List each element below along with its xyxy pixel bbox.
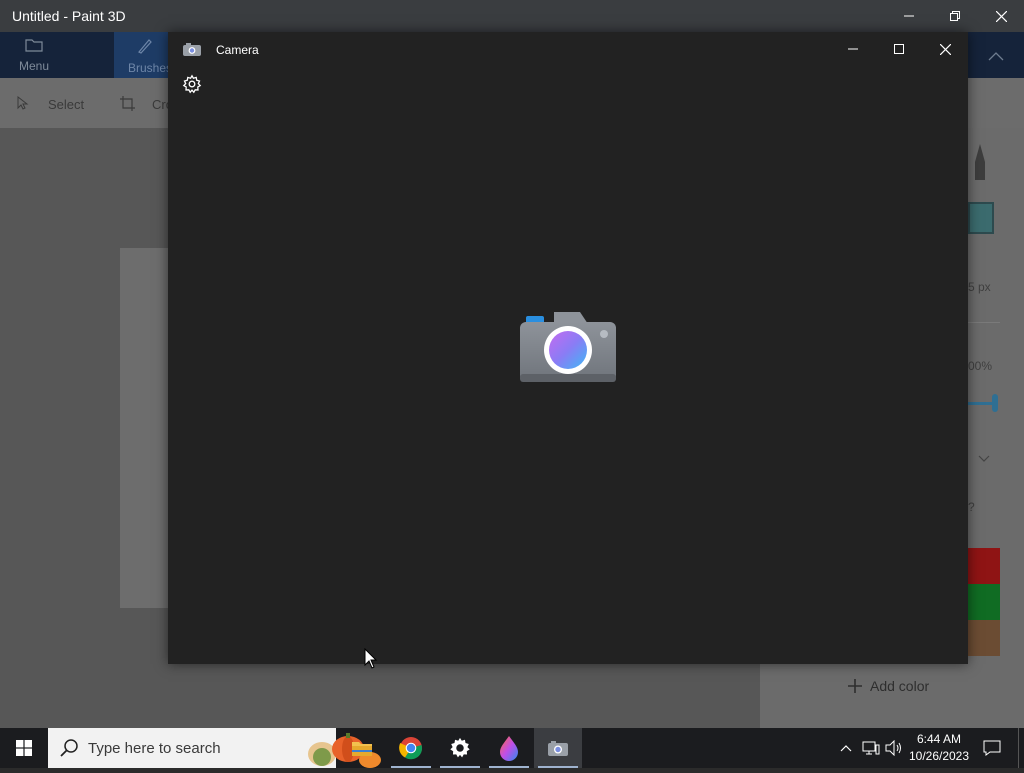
camera-window-title: Camera bbox=[216, 43, 259, 57]
plus-icon bbox=[848, 679, 862, 693]
color-swatch-red[interactable] bbox=[968, 548, 1000, 584]
ribbon-menu-label: Menu bbox=[18, 59, 50, 73]
gear-icon bbox=[182, 74, 202, 94]
taskbar-camera[interactable] bbox=[534, 728, 582, 768]
show-hidden-icons-button[interactable] bbox=[836, 728, 856, 768]
paint3d-canvas[interactable] bbox=[120, 248, 168, 608]
clock-time: 6:44 AM bbox=[916, 732, 962, 746]
camera-titlebar: Camera bbox=[168, 32, 968, 66]
chrome-icon bbox=[399, 737, 423, 760]
maximize-icon bbox=[894, 44, 904, 54]
color-swatch-brown[interactable] bbox=[968, 620, 1000, 656]
clock-date: 10/26/2023 bbox=[908, 749, 970, 763]
chevron-up-icon bbox=[840, 745, 852, 752]
folder-icon bbox=[3, 38, 65, 57]
opacity-value: 00% bbox=[968, 359, 993, 373]
speaker-icon bbox=[885, 740, 901, 756]
start-button[interactable] bbox=[0, 728, 48, 768]
restore-icon bbox=[950, 11, 960, 21]
camera-window: Camera bbox=[168, 32, 968, 664]
search-placeholder: Type here to search bbox=[88, 740, 221, 757]
camera-close-button[interactable] bbox=[922, 32, 968, 66]
gear-icon bbox=[450, 737, 470, 758]
brush-icon bbox=[114, 38, 174, 59]
search-icon bbox=[60, 738, 80, 763]
paint3d-window-title: Untitled - Paint 3D bbox=[12, 8, 126, 24]
taskbar-settings[interactable] bbox=[436, 728, 484, 768]
ribbon-collapse-chevron-icon[interactable] bbox=[988, 48, 1004, 66]
thickness-value: 5 px bbox=[968, 280, 991, 294]
paint3d-restore-button[interactable] bbox=[932, 0, 978, 32]
add-color-label: Add color bbox=[870, 678, 930, 694]
minimize-icon bbox=[848, 48, 858, 50]
camera-logo-icon bbox=[518, 308, 618, 393]
paint3d-close-button[interactable] bbox=[978, 0, 1024, 32]
minimize-icon bbox=[904, 15, 914, 17]
panel-divider bbox=[968, 322, 1000, 323]
crop-icon bbox=[120, 96, 135, 116]
taskbar-clock[interactable]: 6:44 AM 10/26/2023 bbox=[906, 731, 972, 765]
show-desktop-button[interactable] bbox=[1018, 728, 1024, 768]
help-glyph: ? bbox=[968, 500, 975, 514]
network-icon bbox=[862, 741, 880, 755]
camera-settings-button[interactable] bbox=[182, 74, 204, 96]
add-color-button[interactable]: Add color bbox=[848, 678, 929, 694]
taskbar-file-explorer[interactable] bbox=[338, 728, 386, 768]
mouse-cursor-icon bbox=[364, 647, 378, 675]
camera-maximize-button[interactable] bbox=[876, 32, 922, 66]
network-button[interactable] bbox=[860, 728, 882, 768]
brush-color-preview[interactable] bbox=[968, 202, 994, 234]
taskbar: Type here to search 6:44 AM 10/26/2023 bbox=[0, 728, 1024, 768]
action-center-button[interactable] bbox=[978, 728, 1006, 768]
paint3d-titlebar: Untitled - Paint 3D bbox=[0, 0, 1024, 32]
folder-icon bbox=[352, 742, 372, 756]
paint3d-icon bbox=[500, 736, 518, 761]
volume-button[interactable] bbox=[884, 728, 904, 768]
camera-minimize-button[interactable] bbox=[830, 32, 876, 66]
taskbar-paint3d[interactable] bbox=[485, 728, 533, 768]
paint3d-minimize-button[interactable] bbox=[886, 0, 932, 32]
close-icon bbox=[939, 43, 951, 55]
camera-icon bbox=[182, 41, 202, 62]
chevron-down-icon[interactable] bbox=[978, 450, 990, 468]
select-arrow-icon bbox=[16, 95, 30, 115]
opacity-slider-thumb[interactable] bbox=[992, 394, 998, 412]
marker-brush-icon[interactable] bbox=[972, 144, 988, 187]
taskbar-search-box[interactable]: Type here to search bbox=[48, 728, 381, 768]
notification-icon bbox=[983, 740, 1001, 756]
windows-logo-icon bbox=[16, 740, 32, 756]
taskbar-chrome[interactable] bbox=[387, 728, 435, 768]
select-tool-label[interactable]: Select bbox=[48, 97, 84, 112]
color-swatch-green[interactable] bbox=[968, 584, 1000, 620]
ribbon-brushes-tab[interactable]: Brushes bbox=[114, 32, 174, 78]
ribbon-menu-button[interactable]: Menu bbox=[3, 32, 65, 78]
close-icon bbox=[995, 10, 1007, 22]
camera-icon bbox=[548, 741, 568, 756]
